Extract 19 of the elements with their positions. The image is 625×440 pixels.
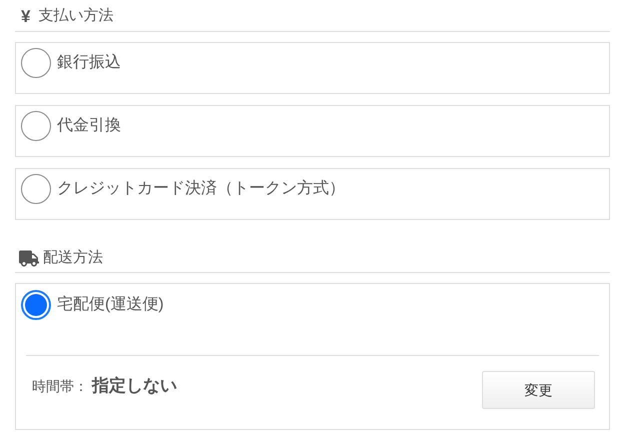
radio-button[interactable] bbox=[21, 290, 51, 320]
option-label: 銀行振込 bbox=[57, 52, 121, 73]
payment-option[interactable]: 銀行振込 bbox=[15, 42, 610, 94]
option-label: クレジットカード決済（トークン方式） bbox=[57, 178, 345, 199]
truck-icon bbox=[19, 250, 39, 266]
radio-button[interactable] bbox=[21, 174, 51, 204]
delivery-option[interactable]: 宅配便(運送便) 時間帯： 指定しない 変更 bbox=[15, 283, 610, 430]
payment-option[interactable]: 代金引換 bbox=[15, 105, 610, 157]
radio-button[interactable] bbox=[21, 48, 51, 78]
change-button[interactable]: 変更 bbox=[482, 371, 595, 409]
time-value: 指定しない bbox=[92, 375, 177, 397]
option-label: 宅配便(運送便) bbox=[57, 294, 164, 315]
section-title: 支払い方法 bbox=[38, 6, 114, 26]
radio-button[interactable] bbox=[21, 111, 51, 141]
time-label: 時間帯： bbox=[32, 377, 88, 396]
option-label: 代金引換 bbox=[57, 116, 121, 136]
payment-option[interactable]: クレジットカード決済（トークン方式） bbox=[15, 168, 610, 220]
section-title: 配送方法 bbox=[43, 248, 103, 268]
yen-icon: ¥ bbox=[21, 8, 30, 25]
